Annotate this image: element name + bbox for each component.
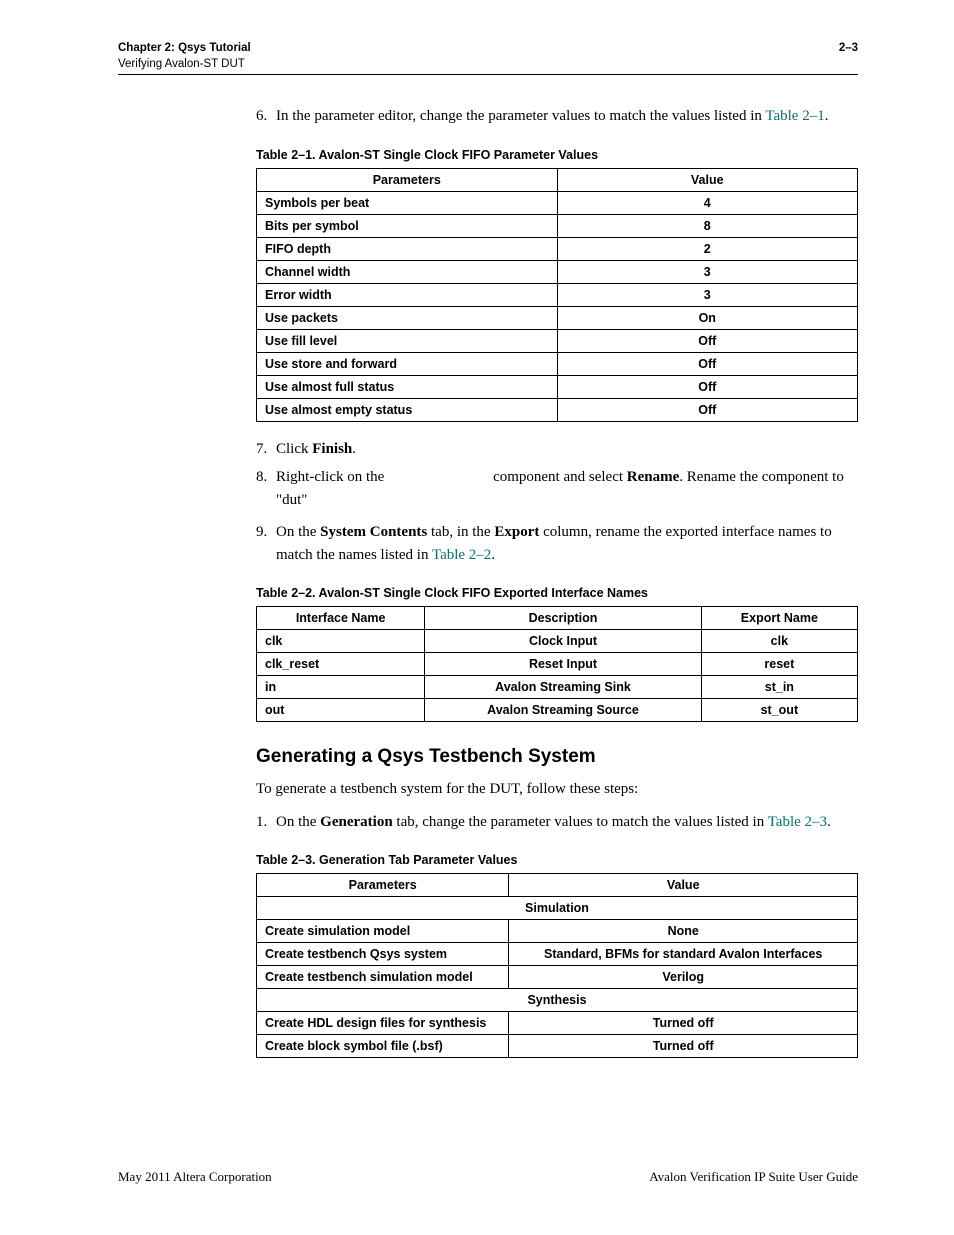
table-2-1-caption: Table 2–1. Avalon-ST Single Clock FIFO P… [256, 148, 858, 162]
step-text: tab, in the [427, 524, 494, 540]
table-row: clkClock Inputclk [257, 630, 858, 653]
table-row: Use store and forwardOff [257, 352, 858, 375]
step-number: 9. [256, 521, 276, 566]
table-row: Use packetsOn [257, 306, 858, 329]
table-row: Create HDL design files for synthesisTur… [257, 1012, 858, 1035]
step-text: On the [276, 814, 320, 830]
col-parameters: Parameters [257, 874, 509, 897]
table-row: Use almost full statusOff [257, 375, 858, 398]
section-heading: Generating a Qsys Testbench System [256, 746, 858, 768]
step-number: 8. [256, 466, 276, 511]
page-footer: May 2011 Altera Corporation Avalon Verif… [118, 1169, 858, 1185]
page-header: Chapter 2: Qsys Tutorial Verifying Avalo… [118, 40, 858, 75]
step-text: . [827, 814, 831, 830]
step-9: 9. On the System Contents tab, in the Ex… [256, 521, 858, 566]
step-text: . [825, 108, 829, 124]
table-2-2-caption: Table 2–2. Avalon-ST Single Clock FIFO E… [256, 586, 858, 600]
step-text: . [491, 547, 495, 563]
table-row: Create testbench simulation modelVerilog [257, 966, 858, 989]
chapter-subtitle: Verifying Avalon-ST DUT [118, 56, 251, 72]
table-2-2-link[interactable]: Table 2–2 [432, 547, 491, 563]
table-row: Channel width3 [257, 260, 858, 283]
col-parameters: Parameters [257, 168, 558, 191]
table-2-3-caption: Table 2–3. Generation Tab Parameter Valu… [256, 853, 858, 867]
step-text: Click [276, 441, 312, 457]
col-export-name: Export Name [701, 607, 857, 630]
step-text: . [352, 441, 356, 457]
finish-label: Finish [312, 441, 352, 457]
step-text: In the parameter editor, change the para… [276, 108, 765, 124]
chapter-title: Chapter 2: Qsys Tutorial [118, 40, 251, 56]
table-row: Create testbench Qsys systemStandard, BF… [257, 943, 858, 966]
step-text: Right-click on the [276, 469, 388, 485]
step-text: component and select [489, 469, 626, 485]
table-row: FIFO depth2 [257, 237, 858, 260]
table-section-row: Synthesis [257, 989, 858, 1012]
table-2-2: Interface Name Description Export Name c… [256, 606, 858, 722]
col-value: Value [557, 168, 858, 191]
generation-label: Generation [320, 814, 393, 830]
table-row: Use almost empty statusOff [257, 398, 858, 421]
step-text: On the [276, 524, 320, 540]
section-intro: To generate a testbench system for the D… [256, 778, 858, 801]
table-row: outAvalon Streaming Sourcest_out [257, 699, 858, 722]
footer-right: Avalon Verification IP Suite User Guide [649, 1169, 858, 1185]
rename-label: Rename [627, 469, 680, 485]
col-value: Value [509, 874, 858, 897]
footer-left: May 2011 Altera Corporation [118, 1169, 272, 1185]
system-contents-label: System Contents [320, 524, 427, 540]
col-description: Description [425, 607, 701, 630]
page-number: 2–3 [839, 40, 858, 72]
step-number: 1. [256, 811, 276, 834]
step-number: 6. [256, 105, 276, 128]
col-interface-name: Interface Name [257, 607, 425, 630]
table-2-3: Parameters Value Simulation Create simul… [256, 873, 858, 1058]
export-label: Export [494, 524, 539, 540]
table-row: Create block symbol file (.bsf)Turned of… [257, 1035, 858, 1058]
step-gap [388, 469, 489, 485]
step-1: 1. On the Generation tab, change the par… [256, 811, 858, 834]
table-row: clk_resetReset Inputreset [257, 653, 858, 676]
table-row: Use fill levelOff [257, 329, 858, 352]
step-8: 8. Right-click on the component and sele… [256, 466, 858, 511]
table-section-row: Simulation [257, 897, 858, 920]
table-2-1: Parameters Value Symbols per beat4 Bits … [256, 168, 858, 422]
table-2-3-link[interactable]: Table 2–3 [768, 814, 827, 830]
table-row: Bits per symbol8 [257, 214, 858, 237]
table-row: Symbols per beat4 [257, 191, 858, 214]
step-6: 6. In the parameter editor, change the p… [256, 105, 858, 128]
table-row: Error width3 [257, 283, 858, 306]
step-7: 7. Click Finish. [256, 438, 858, 461]
table-row: inAvalon Streaming Sinkst_in [257, 676, 858, 699]
step-number: 7. [256, 438, 276, 461]
table-2-1-link[interactable]: Table 2–1 [765, 108, 824, 124]
table-row: Create simulation modelNone [257, 920, 858, 943]
step-text: tab, change the parameter values to matc… [393, 814, 768, 830]
